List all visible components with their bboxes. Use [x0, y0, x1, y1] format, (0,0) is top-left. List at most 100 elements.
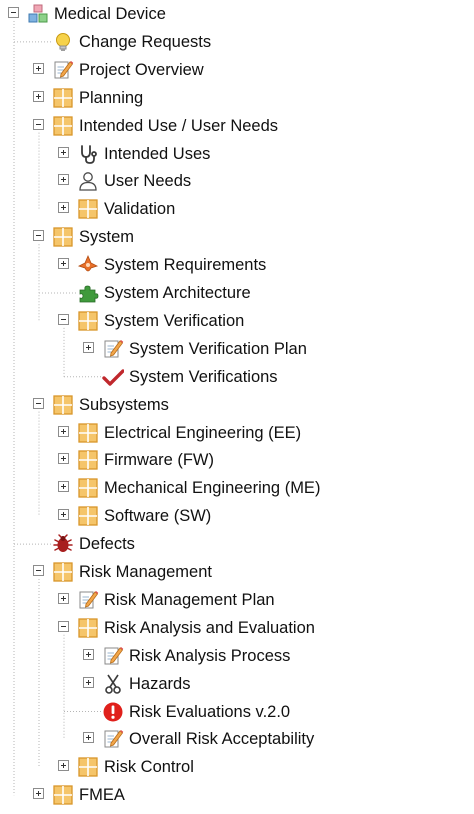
tree-node-label[interactable]: Intended Uses	[104, 144, 210, 164]
document-pencil-icon	[52, 59, 74, 81]
tree-node-label[interactable]: Change Requests	[79, 32, 211, 52]
tree-node-label[interactable]: Mechanical Engineering (ME)	[104, 478, 320, 498]
expand-icon[interactable]	[58, 258, 69, 270]
tree-node-medical-device[interactable]: Medical Device	[0, 0, 474, 28]
expand-icon[interactable]	[33, 788, 44, 800]
tree-node-intended-uses[interactable]: Intended Uses	[0, 140, 474, 168]
tree-node-label[interactable]: System Verifications	[129, 367, 278, 387]
tree-node-label[interactable]: Overall Risk Acceptability	[129, 729, 314, 749]
tree-node-label[interactable]: Software (SW)	[104, 506, 211, 526]
bug-icon	[52, 533, 74, 555]
folder-grid-icon	[52, 87, 74, 109]
collapse-icon[interactable]	[33, 230, 44, 242]
folder-grid-icon	[77, 756, 99, 778]
tree-node-system-verification[interactable]: System Verification	[0, 307, 474, 335]
tree-node-subsystems[interactable]: Subsystems	[0, 391, 474, 419]
user-icon	[77, 170, 99, 192]
expand-icon[interactable]	[58, 146, 69, 158]
document-pencil-icon	[102, 338, 124, 360]
folder-grid-icon	[77, 617, 99, 639]
tree-node-fmea[interactable]: FMEA	[0, 781, 474, 809]
tree-node-label[interactable]: System Verification Plan	[129, 339, 307, 359]
expand-icon[interactable]	[58, 592, 69, 604]
folder-grid-icon	[52, 561, 74, 583]
collapse-icon[interactable]	[33, 118, 44, 130]
expand-icon[interactable]	[58, 425, 69, 437]
tree-node-system-verifications[interactable]: System Verifications	[0, 363, 474, 391]
tree-node-firmware-fw[interactable]: Firmware (FW)	[0, 446, 474, 474]
tree-node-label[interactable]: System Requirements	[104, 255, 266, 275]
tree-node-label[interactable]: Firmware (FW)	[104, 450, 214, 470]
warning-icon	[102, 701, 124, 723]
tree-node-label[interactable]: User Needs	[104, 171, 191, 191]
folder-grid-icon	[52, 394, 74, 416]
expand-icon[interactable]	[83, 676, 94, 688]
tree-node-label[interactable]: Project Overview	[79, 60, 204, 80]
tree-node-risk-control[interactable]: Risk Control	[0, 753, 474, 781]
expand-icon[interactable]	[58, 760, 69, 772]
tree-node-project-overview[interactable]: Project Overview	[0, 56, 474, 84]
tree-node-system-architecture[interactable]: System Architecture	[0, 279, 474, 307]
expand-icon[interactable]	[58, 481, 69, 493]
tree-node-label[interactable]: Planning	[79, 88, 143, 108]
tree-node-mechanical-engineering-me[interactable]: Mechanical Engineering (ME)	[0, 474, 474, 502]
collapse-icon[interactable]	[58, 620, 69, 632]
tree-node-label[interactable]: Intended Use / User Needs	[79, 116, 278, 136]
tree-node-label[interactable]: Validation	[104, 199, 175, 219]
tree-node-label[interactable]: System Architecture	[104, 283, 251, 303]
folder-grid-icon	[77, 422, 99, 444]
collapse-icon[interactable]	[33, 397, 44, 409]
tree-node-label[interactable]: Risk Analysis and Evaluation	[104, 618, 315, 638]
tree-node-label[interactable]: Risk Management	[79, 562, 212, 582]
tree-node-risk-management-plan[interactable]: Risk Management Plan	[0, 586, 474, 614]
expand-icon[interactable]	[58, 453, 69, 465]
lightbulb-icon	[52, 31, 74, 53]
collapse-icon[interactable]	[8, 7, 19, 18]
tree-node-planning[interactable]: Planning	[0, 84, 474, 112]
tree-node-defects[interactable]: Defects	[0, 530, 474, 558]
collapse-icon[interactable]	[33, 565, 44, 576]
tree-node-risk-management[interactable]: Risk Management	[0, 558, 474, 586]
expand-icon[interactable]	[83, 732, 94, 744]
tree-node-label[interactable]: Risk Evaluations v.2.0	[129, 702, 290, 722]
expand-icon[interactable]	[58, 174, 69, 186]
expand-icon[interactable]	[83, 341, 94, 353]
tree-node-label[interactable]: System	[79, 227, 134, 247]
tree-node-overall-risk-acceptability[interactable]: Overall Risk Acceptability	[0, 725, 474, 753]
tree-node-label[interactable]: Medical Device	[54, 4, 166, 24]
tree-node-label[interactable]: FMEA	[79, 785, 125, 805]
expand-icon[interactable]	[58, 202, 69, 214]
tree-node-risk-analysis-and-evaluation[interactable]: Risk Analysis and Evaluation	[0, 614, 474, 642]
tree-node-hazards[interactable]: Hazards	[0, 670, 474, 698]
tree-node-validation[interactable]: Validation	[0, 195, 474, 223]
tree-node-label[interactable]: Electrical Engineering (EE)	[104, 423, 301, 443]
colored-blocks-icon	[27, 3, 49, 25]
checkmark-icon	[102, 366, 124, 388]
tree-node-risk-evaluations-v-2-0[interactable]: Risk Evaluations v.2.0	[0, 698, 474, 726]
tree-node-electrical-engineering-ee[interactable]: Electrical Engineering (EE)	[0, 419, 474, 447]
requirements-icon	[77, 254, 99, 276]
tree-node-label[interactable]: Defects	[79, 534, 135, 554]
expand-icon[interactable]	[33, 62, 44, 74]
scissors-icon	[102, 673, 124, 695]
tree-node-system-verification-plan[interactable]: System Verification Plan	[0, 335, 474, 363]
tree-node-user-needs[interactable]: User Needs	[0, 167, 474, 195]
tree-node-label[interactable]: Risk Analysis Process	[129, 646, 290, 666]
collapse-icon[interactable]	[58, 313, 69, 325]
folder-grid-icon	[77, 310, 99, 332]
tree-node-system-requirements[interactable]: System Requirements	[0, 251, 474, 279]
tree-node-risk-analysis-process[interactable]: Risk Analysis Process	[0, 642, 474, 670]
tree-node-label[interactable]: Risk Control	[104, 757, 194, 777]
tree-node-software-sw[interactable]: Software (SW)	[0, 502, 474, 530]
tree-node-label[interactable]: Hazards	[129, 674, 190, 694]
tree-node-label[interactable]: Subsystems	[79, 395, 169, 415]
expand-icon[interactable]	[33, 90, 44, 102]
tree-node-change-requests[interactable]: Change Requests	[0, 28, 474, 56]
folder-grid-icon	[52, 115, 74, 137]
tree-node-intended-use-user-needs[interactable]: Intended Use / User Needs	[0, 112, 474, 140]
expand-icon[interactable]	[58, 509, 69, 521]
tree-node-label[interactable]: Risk Management Plan	[104, 590, 275, 610]
expand-icon[interactable]	[83, 648, 94, 660]
tree-node-label[interactable]: System Verification	[104, 311, 244, 331]
tree-node-system[interactable]: System	[0, 223, 474, 251]
